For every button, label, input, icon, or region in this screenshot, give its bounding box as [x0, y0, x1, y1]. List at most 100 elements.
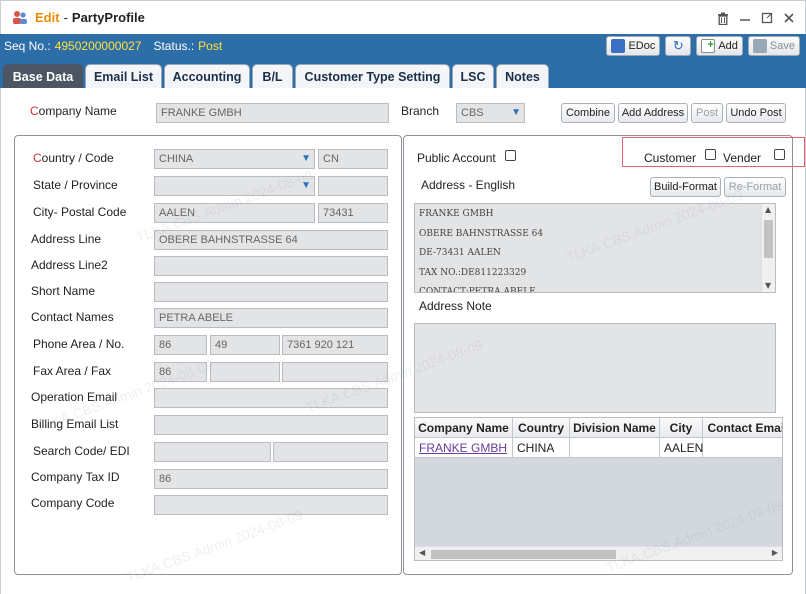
save-button-label: Save [769, 40, 795, 52]
post-button[interactable]: Post [691, 103, 723, 123]
delete-icon[interactable] [715, 10, 731, 26]
postal-code-field[interactable]: 73431 [318, 203, 388, 223]
company-tax-id-label: Company Tax ID [31, 470, 120, 484]
address-text-line: OBERE BAHNSTRASSE 64 [419, 228, 544, 239]
tab-customer-type-setting[interactable]: Customer Type Setting [295, 64, 450, 88]
branch-value: CBS [461, 107, 484, 119]
seq-no-value: 4950200000027 [54, 39, 142, 53]
customer-checkbox[interactable] [705, 149, 716, 160]
address-note-label: Address Note [419, 299, 492, 313]
combine-button[interactable]: Combine [561, 103, 615, 123]
billing-email-field[interactable] [154, 415, 388, 435]
address-line2-field[interactable] [154, 256, 388, 276]
title-separator: - [63, 10, 68, 25]
city-field[interactable]: AALEN [154, 203, 315, 223]
address-scrollbar[interactable]: ▲ ▼ [761, 204, 775, 292]
edoc-icon [611, 39, 626, 53]
col-division-name[interactable]: Division Name [570, 418, 660, 438]
address-english-label: Address - English [421, 178, 516, 192]
fax-no-field[interactable] [282, 362, 388, 382]
billing-email-label: Billing Email List [31, 417, 119, 431]
customer-label: Customer [644, 151, 697, 165]
company-name-field[interactable]: FRANKE GMBH [156, 103, 389, 123]
state-code-field[interactable] [318, 176, 388, 196]
address-format-panel: Public Account Customer Vender Address -… [403, 135, 805, 575]
address-text-line: CONTACT:PETRA ABELE [419, 287, 536, 293]
minimize-icon[interactable] [737, 10, 753, 26]
scroll-right-icon: ▶ [771, 548, 778, 557]
tab-bl[interactable]: B/L [252, 64, 293, 88]
search-code-label: Search Code/ EDI [33, 444, 130, 458]
maximize-icon[interactable] [759, 10, 775, 26]
cell-city: AALEN [660, 438, 703, 458]
status-label: Status.: [153, 39, 195, 53]
address-text-line: DE-73431 AALEN [419, 248, 501, 258]
address-line-label: Address Line [31, 232, 102, 246]
tab-base-data[interactable]: Base Data [3, 64, 83, 88]
cell-contact-email [703, 438, 782, 458]
chevron-down-icon: ▼ [301, 180, 311, 191]
cell-division-name [570, 438, 660, 458]
tab-notes[interactable]: Notes [496, 64, 549, 88]
phone-country-field[interactable]: 86 [154, 335, 207, 355]
formatted-address-box[interactable]: FRANKE GMBH OBERE BAHNSTRASSE 64 DE-7343… [414, 203, 776, 293]
country-value: CHINA [159, 153, 194, 165]
company-tax-id-field[interactable]: 86 [154, 469, 388, 489]
public-account-checkbox[interactable] [505, 150, 516, 161]
grid-scroll-thumb[interactable] [431, 550, 616, 559]
cell-country: CHINA [513, 438, 570, 458]
short-name-field[interactable] [154, 282, 388, 302]
col-city[interactable]: City [660, 418, 703, 438]
add-button[interactable]: + Add [696, 36, 743, 56]
contact-names-field[interactable]: PETRA ABELE [154, 308, 388, 328]
window-title: PartyProfile [71, 10, 145, 25]
edi-field[interactable] [273, 442, 388, 462]
col-company-name[interactable]: Company Name [415, 418, 513, 438]
address-details-panel: Country / Code CHINA ▼ CN State / Provin… [14, 135, 402, 575]
col-country[interactable]: Country [513, 418, 570, 438]
address-line-field[interactable]: OBERE BAHNSTRASSE 64 [154, 230, 388, 250]
refresh-icon: ↻ [672, 38, 684, 53]
company-name-label: Company Name [30, 104, 117, 118]
col-contact-email[interactable]: Contact Email [703, 418, 782, 438]
tab-accounting[interactable]: Accounting [164, 64, 250, 88]
tab-lsc[interactable]: LSC [452, 64, 494, 88]
public-account-label: Public Account [417, 151, 496, 165]
chevron-down-icon: ▼ [511, 107, 521, 118]
edoc-button-label: EDoc [628, 40, 656, 52]
save-button[interactable]: Save [747, 36, 800, 56]
address-scroll-thumb[interactable] [764, 220, 773, 258]
country-select[interactable]: CHINA ▼ [154, 149, 315, 169]
company-code-field[interactable] [154, 495, 388, 515]
phone-no-field[interactable]: 7361 920 121 [282, 335, 388, 355]
undo-post-button[interactable]: Undo Post [726, 103, 786, 123]
table-row[interactable]: FRANKE GMBH [415, 438, 513, 458]
operation-email-field[interactable] [154, 388, 388, 408]
scroll-up-icon: ▲ [765, 205, 772, 214]
branch-select[interactable]: CBS ▼ [456, 103, 525, 123]
operation-email-label: Operation Email [31, 390, 118, 404]
country-code-field[interactable]: CN [318, 149, 388, 169]
add-address-button[interactable]: Add Address [618, 103, 688, 123]
re-format-button[interactable]: Re-Format [724, 177, 786, 197]
scroll-down-icon: ▼ [765, 281, 772, 290]
search-code-field[interactable] [154, 442, 271, 462]
fax-area-field[interactable] [210, 362, 280, 382]
close-icon[interactable] [781, 10, 797, 26]
fax-country-field[interactable]: 86 [154, 362, 207, 382]
window-controls [715, 10, 797, 26]
edoc-button[interactable]: EDoc [606, 36, 661, 56]
company-code-label: Company Code [31, 496, 115, 510]
vender-checkbox[interactable] [774, 149, 785, 160]
add-icon: + [701, 39, 716, 53]
company-name-link[interactable]: FRANKE GMBH [419, 441, 507, 455]
state-select[interactable]: ▼ [154, 176, 315, 196]
phone-area-field[interactable]: 49 [210, 335, 280, 355]
build-format-button[interactable]: Build-Format [650, 177, 721, 197]
tab-email-list[interactable]: Email List [85, 64, 162, 88]
grid-horizontal-scrollbar[interactable]: ◀ ▶ [415, 546, 782, 560]
save-icon [752, 39, 767, 53]
address-note-field[interactable] [414, 323, 776, 413]
city-postal-label: City- Postal Code [33, 205, 127, 219]
refresh-button[interactable]: ↻ [665, 36, 692, 56]
